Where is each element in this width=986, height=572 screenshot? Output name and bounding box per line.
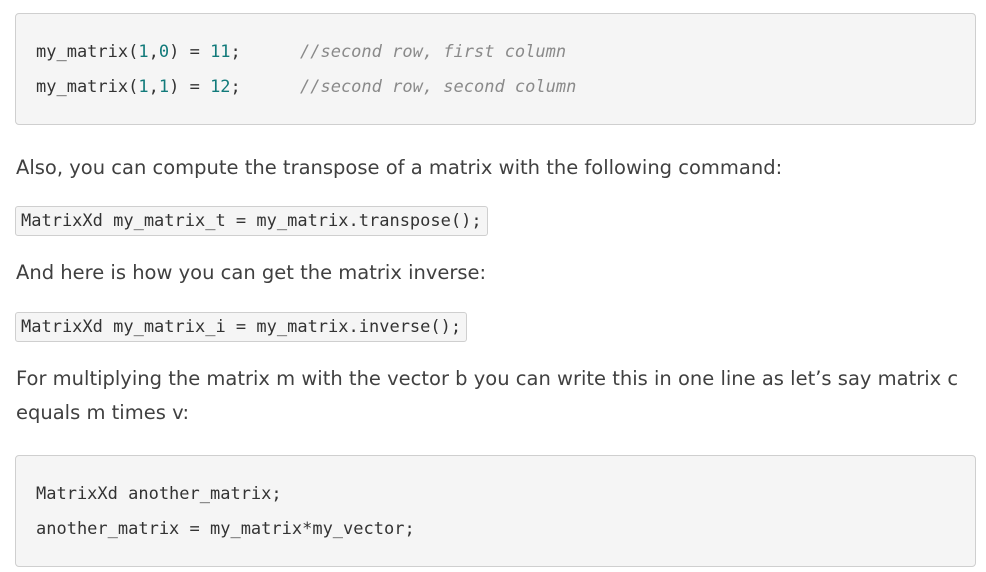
- code-number: 1: [158, 77, 170, 97]
- code-block-multiply: MatrixXd another_matrix; another_matrix …: [15, 455, 976, 567]
- code-text: ) =: [169, 77, 211, 97]
- code-number: 0: [158, 42, 170, 62]
- code-text: my_matrix(: [36, 77, 139, 97]
- code-line: another_matrix = my_matrix*my_vector;: [36, 519, 415, 539]
- code-text: ,: [148, 77, 159, 97]
- inline-code-inverse: MatrixXd my_matrix_i = my_matrix.inverse…: [15, 312, 468, 342]
- paragraph-inverse: And here is how you can get the matrix i…: [16, 261, 487, 284]
- code-line: my_matrix(1,0) = 11;: [36, 41, 241, 63]
- code-number: 11: [210, 42, 231, 62]
- code-text: my_matrix(: [36, 42, 139, 62]
- code-number: 1: [138, 42, 149, 62]
- code-comment: //second row, first column: [300, 42, 567, 62]
- paragraph-transpose: Also, you can compute the transpose of a…: [16, 156, 783, 179]
- code-number: 12: [210, 77, 231, 97]
- code-line: MatrixXd another_matrix;: [36, 484, 282, 504]
- paragraph-multiply: For multiplying the matrix m with the ve…: [16, 367, 959, 424]
- code-block-matrix-assign: my_matrix(1,0) = 11; //second row, first…: [15, 13, 976, 125]
- code-text: ;: [230, 77, 241, 97]
- inline-code-transpose: MatrixXd my_matrix_t = my_matrix.transpo…: [15, 206, 488, 236]
- code-number: 1: [138, 77, 149, 97]
- code-text: ;: [230, 42, 241, 62]
- code-comment: //second row, second column: [300, 77, 577, 97]
- code-line: my_matrix(1,1) = 12;: [36, 76, 241, 98]
- code-text: ,: [148, 42, 159, 62]
- code-text: ) =: [169, 42, 211, 62]
